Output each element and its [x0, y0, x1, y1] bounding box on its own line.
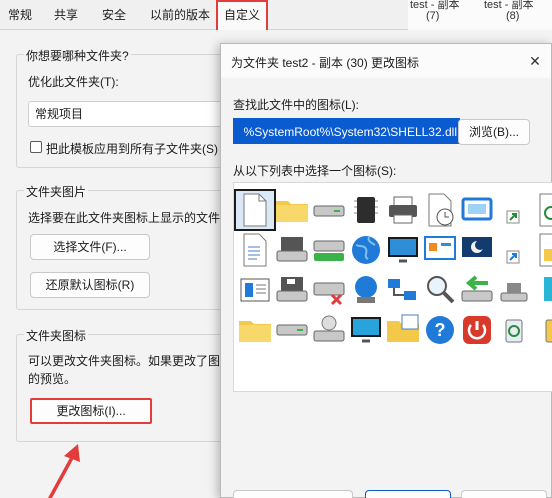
- recycle-document-icon[interactable]: [532, 191, 552, 229]
- optimize-label: 优化此文件夹(T):: [28, 75, 119, 89]
- dialog-bottom-button[interactable]: [233, 490, 353, 498]
- magnifier-icon[interactable]: [421, 271, 459, 309]
- optimize-select[interactable]: 常规项目: [28, 101, 238, 127]
- apply-subfolders-checkbox[interactable]: [30, 141, 42, 153]
- shortcut-arrow-icon[interactable]: [495, 231, 533, 269]
- folder-grid-icon[interactable]: [384, 311, 422, 349]
- folder-icon[interactable]: [273, 191, 311, 229]
- clock-document-icon[interactable]: [421, 191, 459, 229]
- globe-icon[interactable]: [347, 231, 385, 269]
- tab-previous-versions[interactable]: 以前的版本: [144, 0, 216, 30]
- monitor-globe-icon[interactable]: [384, 231, 422, 269]
- tab-security[interactable]: 安全: [96, 0, 132, 30]
- folder-icon-title: 文件夹图标: [24, 327, 89, 344]
- cancel-button[interactable]: [461, 490, 547, 498]
- folder-picture-title: 文件夹图片: [24, 183, 89, 200]
- hard-drive-icon[interactable]: [273, 231, 311, 269]
- dialog-title: 为文件夹 test2 - 副本 (30) 更改图标: [231, 56, 420, 70]
- background-file-list: test - 副本 (7) test - 副本 (8): [408, 0, 552, 30]
- list-document-icon[interactable]: [236, 271, 274, 309]
- background-item-count: (8): [506, 10, 520, 22]
- blank-document-icon[interactable]: [234, 189, 276, 231]
- monitor-icon[interactable]: [347, 311, 385, 349]
- select-icon-label: 从以下列表中选择一个图标(S):: [233, 164, 397, 178]
- ok-button[interactable]: [365, 490, 451, 498]
- icon-list[interactable]: ?: [233, 182, 552, 392]
- control-panel-icon[interactable]: [421, 231, 459, 269]
- browse-button[interactable]: 浏览(B)...: [458, 119, 530, 145]
- recycle-bin-icon[interactable]: [495, 311, 533, 349]
- power-icon[interactable]: [458, 311, 496, 349]
- close-icon[interactable]: ✕: [525, 51, 545, 71]
- network-icon[interactable]: [384, 271, 422, 309]
- folder-picture-description: 选择要在此文件夹图标上显示的文件: [28, 211, 221, 225]
- icon-file-path-value: %SystemRoot%\System32\SHELL32.dll: [243, 125, 457, 139]
- apply-subfolders-label: 把此模板应用到所有子文件夹(S): [46, 142, 218, 156]
- icon-file-path-input[interactable]: %SystemRoot%\System32\SHELL32.dll: [233, 118, 460, 144]
- folder-icon-description-line1: 可以更改文件夹图标。如果更改了图: [28, 354, 221, 368]
- floppy-icon[interactable]: [273, 271, 311, 309]
- change-icon-dialog: 为文件夹 test2 - 副本 (30) 更改图标 ✕ 查找此文件中的图标(L)…: [220, 43, 552, 498]
- green-drive-icon[interactable]: [310, 231, 348, 269]
- image-file-icon[interactable]: [532, 231, 552, 269]
- folder-icon-group: [16, 334, 226, 442]
- recycle-empty-icon[interactable]: [532, 311, 552, 349]
- cyan-block-icon[interactable]: [532, 271, 552, 309]
- window-icon[interactable]: [458, 191, 496, 229]
- help-icon[interactable]: ?: [421, 311, 459, 349]
- folder-yellow-icon[interactable]: [236, 311, 274, 349]
- shortcut-icon[interactable]: [495, 191, 533, 229]
- drive-small-icon[interactable]: [273, 311, 311, 349]
- usb-icon[interactable]: [495, 271, 533, 309]
- background-item-count: (7): [426, 10, 440, 22]
- network-globe-icon[interactable]: [347, 271, 385, 309]
- tab-customize[interactable]: 自定义: [216, 0, 269, 30]
- green-arrow-drive-icon[interactable]: [458, 271, 496, 309]
- svg-text:?: ?: [435, 320, 446, 340]
- tab-sharing[interactable]: 共享: [48, 0, 84, 30]
- find-icons-label: 查找此文件中的图标(L):: [233, 98, 360, 112]
- choose-file-button[interactable]: 选择文件(F)...: [30, 234, 150, 260]
- network-drive-x-icon[interactable]: [310, 271, 348, 309]
- chip-icon[interactable]: [347, 191, 385, 229]
- printer-icon[interactable]: [384, 191, 422, 229]
- red-arrow-annotation: [48, 444, 80, 498]
- folder-type-title: 你想要哪种文件夹?: [24, 47, 131, 64]
- tab-general[interactable]: 常规: [2, 0, 38, 30]
- text-document-icon[interactable]: [236, 231, 274, 269]
- moon-monitor-icon[interactable]: [458, 231, 496, 269]
- tab-bar: 常规 共享 安全 以前的版本 自定义: [0, 0, 408, 30]
- drive-icon[interactable]: [310, 191, 348, 229]
- cd-drive-icon[interactable]: [310, 311, 348, 349]
- change-icon-button[interactable]: 更改图标(I)...: [30, 398, 152, 424]
- dialog-titlebar[interactable]: 为文件夹 test2 - 副本 (30) 更改图标 ✕: [221, 44, 551, 78]
- restore-default-button[interactable]: 还原默认图标(R): [30, 272, 150, 298]
- folder-icon-description-line2: 的预览。: [28, 372, 77, 386]
